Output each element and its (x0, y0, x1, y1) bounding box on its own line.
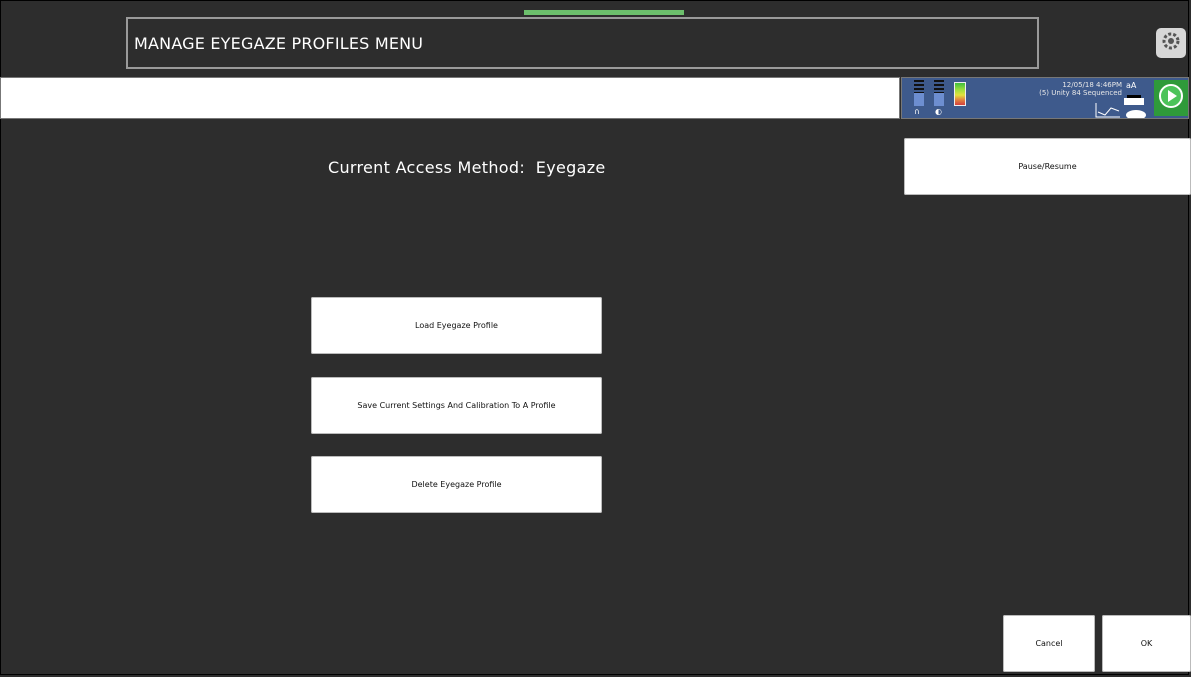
ok-button[interactable]: OK (1102, 615, 1191, 672)
current-access-method: Current Access Method: Eyegaze (328, 158, 606, 177)
delete-eyegaze-profile-button[interactable]: Delete Eyegaze Profile (311, 456, 602, 513)
play-icon (1158, 83, 1184, 113)
speech-bubble-icon (1125, 106, 1147, 118)
play-button[interactable] (1154, 80, 1188, 116)
message-window[interactable] (0, 77, 900, 119)
brightness-meter (934, 80, 944, 106)
battery-icon (954, 82, 966, 106)
gear-icon (1160, 30, 1182, 56)
status-panel: ∩ ◐ 12/05/18 4:46PM (5) Unity 84 Sequenc… (901, 77, 1189, 119)
menu-title: MANAGE EYEGAZE PROFILES MENU (126, 17, 1039, 69)
top-accent-bar (524, 10, 684, 15)
headphones-icon: ∩ (914, 107, 920, 116)
status-text: 12/05/18 4:46PM (5) Unity 84 Sequenced (1012, 81, 1122, 97)
chart-icon (1095, 102, 1121, 118)
volume-meter (914, 80, 924, 106)
cancel-button[interactable]: Cancel (1003, 615, 1095, 672)
pause-resume-button[interactable]: Pause/Resume (904, 138, 1191, 195)
settings-button[interactable] (1156, 28, 1186, 58)
font-size-icon: aA (1126, 81, 1137, 90)
brightness-icon: ◐ (935, 107, 942, 116)
vocabulary-name: (5) Unity 84 Sequenced (1039, 89, 1122, 97)
datetime: 12/05/18 4:46PM (1062, 81, 1122, 89)
load-eyegaze-profile-button[interactable]: Load Eyegaze Profile (311, 297, 602, 354)
save-settings-profile-button[interactable]: Save Current Settings And Calibration To… (311, 377, 602, 434)
